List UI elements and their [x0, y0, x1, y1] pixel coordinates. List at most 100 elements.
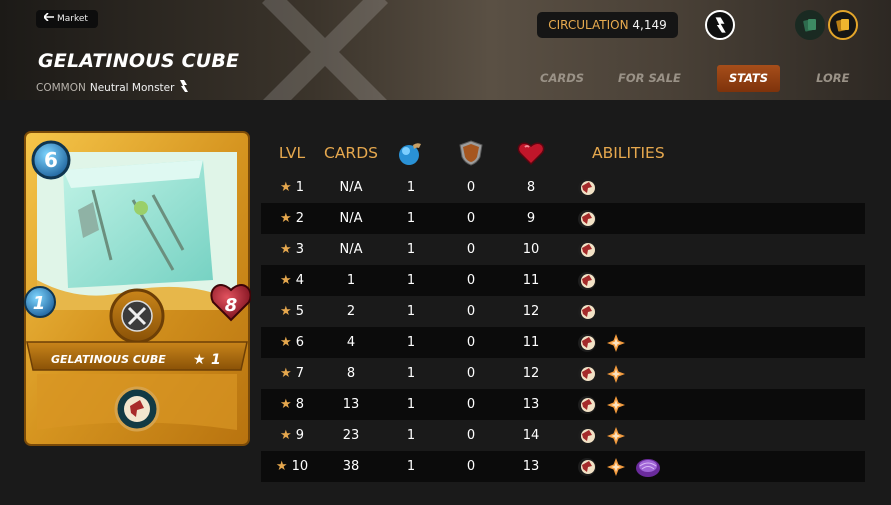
- armor-cell: 0: [466, 273, 476, 288]
- star-icon: ★: [279, 211, 292, 226]
- tab-lore[interactable]: LORE: [804, 65, 861, 92]
- speed-icon: [395, 139, 427, 176]
- level-value: 3: [295, 242, 305, 257]
- back-button-label: Market: [57, 14, 88, 24]
- armor-cell: 0: [466, 304, 476, 319]
- level-cell: ★ 8: [261, 389, 323, 420]
- level-cell: ★ 4: [261, 265, 323, 296]
- scavenger-ability-icon[interactable]: [577, 240, 597, 260]
- circulation-value: 4,149: [632, 18, 667, 32]
- scavenger-ability-icon[interactable]: [577, 178, 597, 198]
- spark-ability-icon[interactable]: [606, 395, 626, 415]
- level-cell: ★ 2: [261, 203, 323, 234]
- card-level: 1: [211, 352, 221, 368]
- card-speed-value: 1: [33, 293, 46, 314]
- stats-table: LVL CARDS ABILITIES ★ 1 N/A 1 0 8 ★ 2 N/A 1 0 9 ★ …: [261, 135, 865, 482]
- cards-cell: 8: [346, 366, 356, 381]
- table-row: ★ 3 N/A 1 0 10: [261, 234, 865, 265]
- cards-cell: 1: [346, 273, 356, 288]
- star-icon: ★: [279, 304, 292, 319]
- health-cell: 8: [526, 180, 536, 195]
- abilities-cell: [577, 451, 857, 482]
- armor-cell: 0: [466, 397, 476, 412]
- tab-cards[interactable]: CARDS: [528, 65, 596, 92]
- tab-for-sale[interactable]: FOR SALE: [606, 65, 693, 92]
- armor-cell: 0: [466, 242, 476, 257]
- scavenger-ability-icon[interactable]: [577, 271, 597, 291]
- health-cell: 12: [522, 304, 540, 319]
- speed-cell: 1: [406, 273, 416, 288]
- cards-cell: 38: [342, 459, 360, 474]
- cards-cell: N/A: [339, 242, 363, 257]
- scavenger-ability-icon[interactable]: [577, 457, 597, 477]
- level-value: 10: [291, 459, 309, 474]
- regular-foil-button[interactable]: [795, 10, 825, 40]
- scavenger-ability-icon[interactable]: [577, 302, 597, 322]
- star-icon: ★: [279, 366, 292, 381]
- splinter-icon: [178, 79, 189, 96]
- scavenger-ability-icon[interactable]: [577, 426, 597, 446]
- speed-cell: 1: [406, 211, 416, 226]
- abilities-cell: [577, 265, 857, 296]
- speed-cell: 1: [406, 428, 416, 443]
- card-subtitle: COMMON Neutral Monster: [36, 79, 189, 96]
- health-cell: 11: [522, 273, 540, 288]
- splinterlands-watermark-icon: [262, 0, 388, 100]
- spark-ability-icon[interactable]: [606, 333, 626, 353]
- speed-cell: 1: [406, 459, 416, 474]
- spark-ability-icon[interactable]: [606, 457, 626, 477]
- table-row: ★ 8 13 1 0 13: [261, 389, 865, 420]
- level-cell: ★ 7: [261, 358, 323, 389]
- back-to-market-button[interactable]: Market: [36, 10, 98, 28]
- armor-cell: 0: [466, 211, 476, 226]
- shell-ability-icon[interactable]: [635, 456, 661, 478]
- table-row: ★ 9 23 1 0 14: [261, 420, 865, 451]
- scavenger-ability-icon[interactable]: [577, 364, 597, 384]
- abilities-cell: [577, 234, 857, 265]
- armor-icon: [455, 139, 487, 176]
- card-mana-value: 6: [44, 148, 58, 172]
- table-row: ★ 4 1 1 0 11: [261, 265, 865, 296]
- cards-cell: N/A: [339, 180, 363, 195]
- level-cell: ★ 1: [261, 172, 323, 203]
- health-cell: 13: [522, 397, 540, 412]
- spark-ability-icon[interactable]: [606, 364, 626, 384]
- splinter-icon: [715, 17, 726, 33]
- page-header: Market GELATINOUS CUBE COMMON Neutral Mo…: [0, 0, 891, 100]
- abilities-cell: [577, 358, 857, 389]
- abilities-cell: [577, 203, 857, 234]
- star-icon: ★: [279, 180, 292, 195]
- level-value: 2: [295, 211, 305, 226]
- armor-cell: 0: [466, 428, 476, 443]
- circulation-label: CIRCULATION: [548, 18, 629, 32]
- star-icon: ★: [279, 335, 292, 350]
- rarity-label: COMMON: [36, 81, 86, 94]
- level-value: 8: [295, 397, 305, 412]
- level-value: 7: [295, 366, 305, 381]
- scavenger-ability-icon[interactable]: [577, 333, 597, 353]
- table-row: ★ 5 2 1 0 12: [261, 296, 865, 327]
- star-icon: ★: [275, 459, 288, 474]
- abilities-cell: [577, 296, 857, 327]
- cards-cell: 2: [346, 304, 356, 319]
- abilities-cell: [577, 327, 857, 358]
- speed-cell: 1: [406, 366, 416, 381]
- level-cell: ★ 6: [261, 327, 323, 358]
- health-cell: 14: [522, 428, 540, 443]
- level-value: 9: [295, 428, 305, 443]
- cards-cell: N/A: [339, 211, 363, 226]
- neutral-splinter-button[interactable]: [705, 10, 735, 40]
- scavenger-ability-icon[interactable]: [577, 395, 597, 415]
- gold-card-stack-icon: [836, 19, 849, 32]
- spark-ability-icon[interactable]: [606, 426, 626, 446]
- star-icon: ★: [279, 428, 292, 443]
- gold-foil-button[interactable]: [828, 10, 858, 40]
- table-row: ★ 6 4 1 0 11: [261, 327, 865, 358]
- scavenger-ability-icon[interactable]: [577, 209, 597, 229]
- card-tabs: CARDS FOR SALE STATS LORE: [528, 65, 871, 92]
- tab-stats[interactable]: STATS: [716, 65, 781, 92]
- table-header: LVL CARDS ABILITIES: [261, 135, 865, 172]
- header-cards: CARDS: [324, 144, 378, 162]
- table-row: ★ 1 N/A 1 0 8: [261, 172, 865, 203]
- level-cell: ★ 10: [261, 451, 323, 482]
